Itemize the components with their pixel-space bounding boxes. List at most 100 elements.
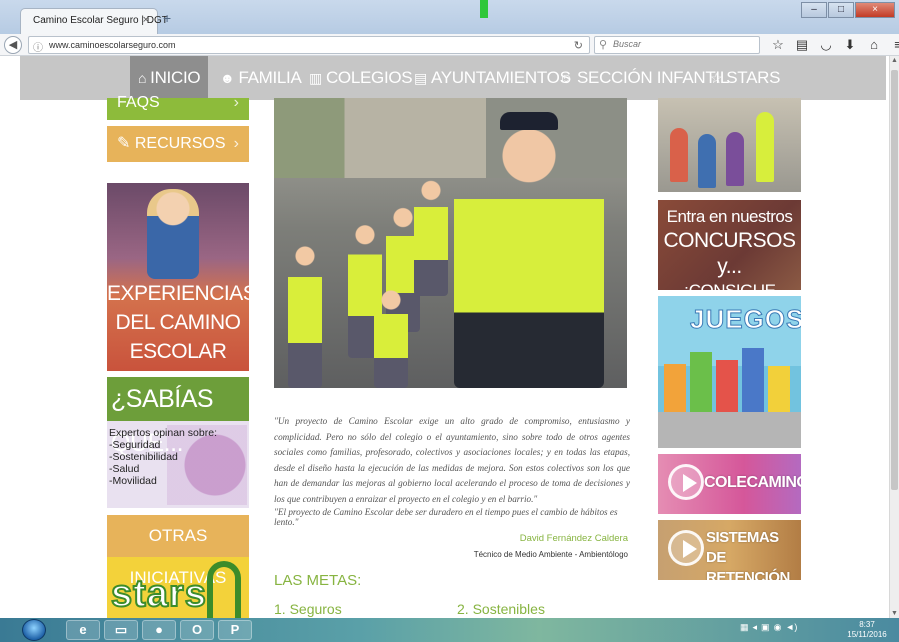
sabias-title: ¿SABÍAS QUE... xyxy=(107,377,249,457)
scroll-thumb[interactable] xyxy=(891,70,898,490)
hero-photo xyxy=(274,98,627,388)
web-page: ⌂ INICIO ☻ FAMILIA ▥ COLEGIOS ▤ AYUNTAMIENTO… xyxy=(0,56,889,618)
taskbar-outlook-icon[interactable]: O xyxy=(180,620,214,640)
child-figure xyxy=(374,288,408,388)
juegos-banner[interactable]: JUEGOS xyxy=(658,296,801,448)
sistemas-line: RETENCIÓN INF. xyxy=(706,569,790,580)
recursos-button[interactable]: ✎ RECURSOS › xyxy=(107,126,249,162)
star-icon: ☆ xyxy=(710,70,723,86)
smiley-icon: ☺ xyxy=(559,70,573,86)
system-tray: ▦ ◂ ▣ ◉ ◄) xyxy=(740,622,797,633)
scroll-up-icon[interactable]: ▲ xyxy=(891,57,898,64)
download-icon[interactable]: ⬇ xyxy=(840,36,860,54)
start-button[interactable] xyxy=(22,619,46,641)
child-figure xyxy=(670,128,688,182)
bookmark-star-icon[interactable]: ☆ xyxy=(768,36,788,54)
experiencias-title: EXPERIENCIAS DEL CAMINO ESCOLAR SEGURO xyxy=(107,279,249,371)
sabias-line: -Seguridad xyxy=(109,439,161,451)
meta-item: 2. Sostenibles xyxy=(457,601,545,617)
nav-ayuntamientos[interactable]: ▤ AYUNTAMIENTOS xyxy=(414,56,571,100)
concursos-line: ¡CONSIGUE PREMIOS! xyxy=(658,280,801,290)
system-clock[interactable]: 8:37 15/11/2016 xyxy=(842,620,892,640)
info-icon[interactable]: ⓘ xyxy=(33,39,43,54)
nav-label: INICIO xyxy=(150,68,201,87)
sabias-line: -Movilidad xyxy=(109,475,157,487)
nav-colegios[interactable]: ▥ COLEGIOS xyxy=(309,56,413,100)
url-text[interactable]: www.caminoescolarseguro.com xyxy=(49,40,176,50)
close-window-button[interactable]: × xyxy=(855,2,895,18)
nav-familia[interactable]: ☻ FAMILIA xyxy=(220,56,302,100)
taskbar-explorer-icon[interactable]: ▭ xyxy=(104,620,138,640)
otras-iniciativas-banner[interactable]: OTRAS INICIATIVAS stars xyxy=(107,515,249,618)
juegos-title: JUEGOS xyxy=(689,304,801,335)
book-icon: ▥ xyxy=(309,70,322,86)
nav-label: COLEGIOS xyxy=(325,68,413,87)
stars-logo: stars xyxy=(110,572,207,616)
sabias-line: Expertos opinan sobre: xyxy=(109,427,217,439)
tray-icon[interactable]: ◉ xyxy=(774,622,782,633)
home-icon[interactable]: ⌂ xyxy=(864,36,884,54)
home-icon: ⌂ xyxy=(138,70,147,86)
nav-label: SECCIÓN INFANTIL xyxy=(577,68,730,87)
page-scrollbar[interactable]: ▲ ▼ xyxy=(889,56,899,618)
address-bar[interactable]: ⓘ www.caminoescolarseguro.com ↻ xyxy=(28,36,590,54)
taskbar-ie-icon[interactable]: e xyxy=(66,620,100,640)
tab-close-icon[interactable]: × xyxy=(143,14,149,26)
browser-tab[interactable]: Camino Escolar Seguro | DGT × xyxy=(20,8,168,34)
minimize-button[interactable]: – xyxy=(801,2,827,18)
taskbar-firefox-icon[interactable]: ● xyxy=(142,620,176,640)
nav-label: AYUNTAMIENTOS xyxy=(430,68,571,87)
quote-author-role: Técnico de Medio Ambiente - Ambientólogo xyxy=(473,550,628,559)
snake-mascot-icon xyxy=(207,561,241,618)
search-input[interactable] xyxy=(613,39,753,49)
house-shape xyxy=(742,348,764,412)
chevron-right-icon: › xyxy=(233,135,239,152)
new-tab-button[interactable]: + xyxy=(163,10,171,26)
colecaminos-banner[interactable]: COLECAMINOS xyxy=(658,454,801,514)
house-shape xyxy=(768,366,790,412)
sabias-list: Expertos opinan sobre: -Seguridad -Soste… xyxy=(109,427,217,487)
nav-stars[interactable]: ☆ STARS xyxy=(710,56,780,100)
colecaminos-label: COLECAMINOS xyxy=(704,474,801,491)
search-bar[interactable]: ⚲ xyxy=(594,36,760,54)
maximize-button[interactable]: □ xyxy=(828,2,854,18)
concursos-banner[interactable]: Entra en nuestros CONCURSOS y... ¡CONSIG… xyxy=(658,200,801,290)
clock-date: 15/11/2016 xyxy=(847,630,887,639)
nav-seccion-infantil[interactable]: ☺ SECCIÓN INFANTIL xyxy=(559,56,729,100)
reload-icon[interactable]: ↻ xyxy=(574,39,583,52)
building-icon: ▤ xyxy=(414,70,427,86)
reading-list-icon[interactable]: ▤ xyxy=(792,36,812,54)
quote-paragraph: "Un proyecto de Camino Escolar exige un … xyxy=(274,416,630,504)
kids-crossing-photo[interactable] xyxy=(658,98,801,192)
experiencias-banner[interactable]: EXPERIENCIAS DEL CAMINO ESCOLAR SEGURO xyxy=(107,183,249,371)
experiencias-line: ESCOLAR SEGURO xyxy=(129,340,227,371)
browser-titlebar: Camino Escolar Seguro | DGT × + – □ × xyxy=(0,0,899,34)
overlay-marker xyxy=(480,0,488,18)
concursos-line: Entra en nuestros xyxy=(666,207,793,226)
taskbar-powerpoint-icon[interactable]: P xyxy=(218,620,252,640)
scroll-down-icon[interactable]: ▼ xyxy=(891,610,898,617)
tray-icon[interactable]: ▦ xyxy=(740,622,749,633)
menu-icon[interactable]: ≡ xyxy=(888,36,899,54)
faqs-button[interactable]: FAQS › xyxy=(107,95,249,120)
windows-taskbar: e ▭ ● O P ▦ ◂ ▣ ◉ ◄) 8:37 15/11/2016 xyxy=(0,618,899,642)
experiencias-line: EXPERIENCIAS xyxy=(107,282,249,305)
experiencias-line: DEL CAMINO xyxy=(115,311,241,334)
child-figure xyxy=(726,132,744,186)
sabias-que-banner[interactable]: ¿SABÍAS QUE... Expertos opinan sobre: -S… xyxy=(107,377,249,508)
police-officer-figure xyxy=(454,118,604,388)
pocket-icon[interactable]: ◡ xyxy=(816,36,836,54)
tray-icon[interactable]: ◂ xyxy=(753,622,758,633)
road-shape xyxy=(658,412,801,448)
search-icon: ⚲ xyxy=(599,39,608,51)
back-arrow-icon[interactable]: ◀ xyxy=(4,36,22,54)
child-figure xyxy=(698,134,716,188)
sistemas-line: SISTEMAS DE xyxy=(706,529,779,566)
volume-icon[interactable]: ◄) xyxy=(785,622,797,633)
sistemas-retencion-banner[interactable]: SISTEMAS DE RETENCIÓN INF. xyxy=(658,520,801,580)
concursos-line: CONCURSOS y... xyxy=(663,229,796,278)
play-icon xyxy=(668,464,704,500)
concursos-text: Entra en nuestros CONCURSOS y... ¡CONSIG… xyxy=(658,206,801,290)
metas-heading: LAS METAS: xyxy=(274,572,362,589)
network-icon[interactable]: ▣ xyxy=(761,622,770,633)
